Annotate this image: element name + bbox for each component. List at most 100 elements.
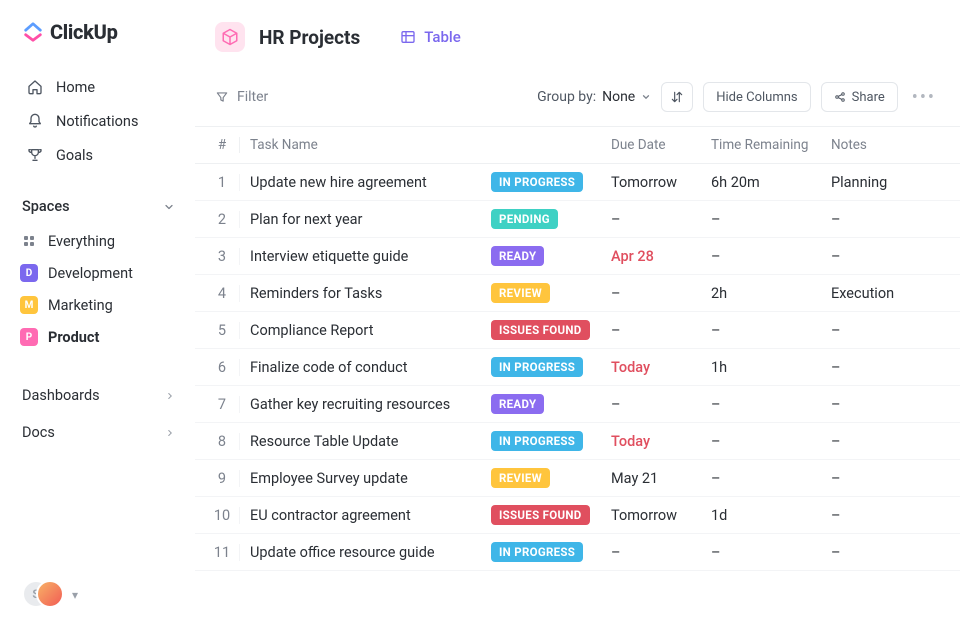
sort-button[interactable] [661, 82, 693, 112]
cell-due-date[interactable]: Apr 28 [611, 248, 711, 265]
hide-columns-label: Hide Columns [716, 90, 797, 105]
cell-number: 9 [205, 470, 239, 487]
cell-due-date[interactable]: Today [611, 359, 711, 376]
cell-due-date[interactable]: – [611, 285, 711, 302]
space-letter-icon: D [20, 264, 38, 282]
sidebar-section-dashboards[interactable]: Dashboards [18, 377, 181, 414]
space-letter-icon: M [20, 296, 38, 314]
group-by-selector[interactable]: Group by: None [537, 89, 651, 105]
cell-notes[interactable]: – [831, 322, 941, 339]
table-row[interactable]: 11Update office resource guideIN PROGRES… [195, 534, 960, 571]
cell-time-remaining[interactable]: 1d [711, 507, 831, 524]
cell-due-date[interactable]: May 21 [611, 470, 711, 487]
more-options-button[interactable]: ••• [908, 87, 940, 108]
avatar-stack: S [22, 580, 66, 610]
table-row[interactable]: 7Gather key recruiting resourcesREADY––– [195, 386, 960, 423]
nav-item-home[interactable]: Home [18, 72, 181, 102]
cell-notes[interactable]: – [831, 248, 941, 265]
cell-status[interactable]: ISSUES FOUND [491, 320, 611, 340]
share-button[interactable]: Share [821, 82, 898, 112]
cell-notes[interactable]: – [831, 211, 941, 228]
table-row[interactable]: 1Update new hire agreementIN PROGRESSTom… [195, 164, 960, 201]
cell-time-remaining[interactable]: 1h [711, 359, 831, 376]
cell-notes[interactable]: – [831, 433, 941, 450]
cell-notes[interactable]: – [831, 359, 941, 376]
filter-button[interactable]: Filter [215, 89, 268, 105]
cell-task-name: Reminders for Tasks [239, 285, 491, 302]
cell-due-date[interactable]: – [611, 322, 711, 339]
cell-time-remaining[interactable]: – [711, 211, 831, 228]
cell-notes[interactable]: – [831, 396, 941, 413]
col-header-number[interactable]: # [205, 137, 239, 153]
col-header-task-name[interactable]: Task Name [239, 137, 491, 153]
nav-item-label: Home [56, 79, 95, 96]
sidebar-space-marketing[interactable]: MMarketing [18, 289, 181, 321]
nav-item-notifications[interactable]: Notifications [18, 106, 181, 136]
table-row[interactable]: 5Compliance ReportISSUES FOUND––– [195, 312, 960, 349]
table-row[interactable]: 6Finalize code of conductIN PROGRESSToda… [195, 349, 960, 386]
cell-task-name: Compliance Report [239, 322, 491, 339]
sidebar-space-everything[interactable]: Everything [18, 225, 181, 257]
cell-status[interactable]: PENDING [491, 209, 611, 229]
col-header-due-date[interactable]: Due Date [611, 137, 711, 153]
nav-item-goals[interactable]: Goals [18, 140, 181, 170]
table-row[interactable]: 10EU contractor agreementISSUES FOUNDTom… [195, 497, 960, 534]
table-row[interactable]: 2Plan for next yearPENDING––– [195, 201, 960, 238]
space-label: Development [48, 265, 133, 282]
cell-notes[interactable]: – [831, 507, 941, 524]
sidebar-section-docs[interactable]: Docs [18, 414, 181, 451]
col-header-status[interactable] [491, 137, 611, 153]
cell-task-name: Update new hire agreement [239, 174, 491, 191]
table-icon [400, 29, 416, 45]
sidebar-space-development[interactable]: D Development [18, 257, 181, 289]
cell-due-date[interactable]: – [611, 544, 711, 561]
table-row[interactable]: 4Reminders for TasksREVIEW–2hExecution [195, 275, 960, 312]
cell-time-remaining[interactable]: 2h [711, 285, 831, 302]
table-row[interactable]: 8Resource Table UpdateIN PROGRESSToday–– [195, 423, 960, 460]
brand-name: ClickUp [50, 20, 118, 44]
cell-time-remaining[interactable]: 6h 20m [711, 174, 831, 191]
cell-status[interactable]: REVIEW [491, 468, 611, 488]
cell-notes[interactable]: – [831, 470, 941, 487]
cell-time-remaining[interactable]: – [711, 433, 831, 450]
cell-status[interactable]: IN PROGRESS [491, 172, 611, 192]
cell-due-date[interactable]: Tomorrow [611, 174, 711, 191]
spaces-header[interactable]: Spaces [18, 198, 181, 225]
cell-status[interactable]: ISSUES FOUND [491, 505, 611, 525]
cube-icon [215, 22, 245, 52]
table-row[interactable]: 3Interview etiquette guideREADYApr 28–– [195, 238, 960, 275]
sidebar-space-product[interactable]: PProduct [18, 321, 181, 353]
cell-status[interactable]: IN PROGRESS [491, 357, 611, 377]
cell-status[interactable]: READY [491, 246, 611, 266]
primary-nav: Home Notifications Goals [18, 72, 181, 170]
cell-due-date[interactable]: Today [611, 433, 711, 450]
col-header-time-remaining[interactable]: Time Remaining [711, 137, 831, 153]
cell-time-remaining[interactable]: – [711, 544, 831, 561]
cell-notes[interactable]: Execution [831, 285, 941, 302]
cell-status[interactable]: READY [491, 394, 611, 414]
cell-status[interactable]: IN PROGRESS [491, 431, 611, 451]
sidebar-footer[interactable]: S ▾ [18, 580, 181, 618]
cell-due-date[interactable]: – [611, 396, 711, 413]
cell-due-date[interactable]: – [611, 211, 711, 228]
cell-status[interactable]: REVIEW [491, 283, 611, 303]
cell-due-date[interactable]: Tomorrow [611, 507, 711, 524]
hide-columns-button[interactable]: Hide Columns [703, 82, 810, 112]
col-header-notes[interactable]: Notes [831, 137, 941, 153]
status-badge: IN PROGRESS [491, 542, 583, 562]
table-row[interactable]: 9Employee Survey updateREVIEWMay 21–– [195, 460, 960, 497]
page-title: HR Projects [259, 26, 360, 49]
cell-time-remaining[interactable]: – [711, 322, 831, 339]
status-badge: IN PROGRESS [491, 172, 583, 192]
cell-time-remaining[interactable]: – [711, 470, 831, 487]
caret-down-icon [641, 92, 651, 102]
cell-status[interactable]: IN PROGRESS [491, 542, 611, 562]
cell-time-remaining[interactable]: – [711, 248, 831, 265]
cell-notes[interactable]: – [831, 544, 941, 561]
view-switcher-table[interactable]: Table [400, 28, 461, 46]
brand-logo[interactable]: ClickUp [22, 20, 181, 44]
cell-task-name: Employee Survey update [239, 470, 491, 487]
cell-time-remaining[interactable]: – [711, 396, 831, 413]
spaces-label: Spaces [22, 198, 70, 215]
cell-notes[interactable]: Planning [831, 174, 941, 191]
